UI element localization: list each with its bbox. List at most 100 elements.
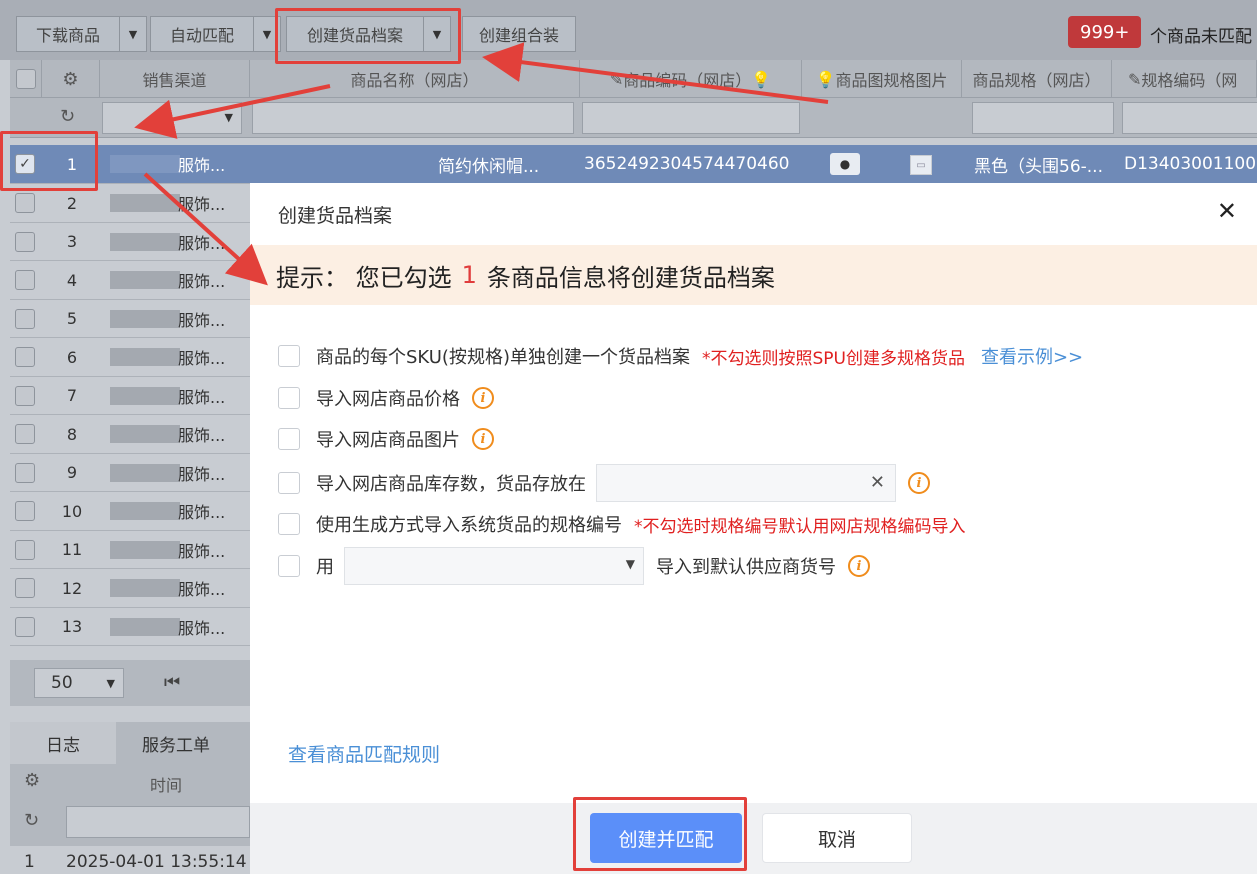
row-number: 3	[66, 232, 78, 251]
row-checkbox[interactable]	[15, 462, 35, 487]
log-filter-row: ↻	[10, 800, 250, 846]
gear-icon[interactable]: ⚙	[24, 770, 40, 791]
header-channel[interactable]: 销售渠道	[100, 60, 250, 98]
row-number: 7	[66, 386, 78, 405]
tab-service-ticket[interactable]: 服务工单	[116, 722, 236, 764]
log-time-filter-input[interactable]	[66, 806, 250, 838]
header-product-name[interactable]: 商品名称（网店）	[250, 60, 580, 98]
spec-code-label: 使用生成方式导入系统货品的规格编号	[316, 515, 622, 536]
tip-count: 1	[461, 261, 477, 289]
chevron-down-icon: ▼	[625, 557, 635, 571]
select-all-checkbox-cell[interactable]	[10, 60, 42, 98]
table-row-selected[interactable]: ✓ 1 服饰... 简约休闲帽... 3652492304574470460 ●…	[10, 145, 1257, 184]
header-product-code[interactable]: ✎ 商品编码（网店） 💡	[580, 60, 802, 98]
toolbar: 下载商品 ▼ 自动匹配 ▼ 创建货品档案 ▼ 创建组合装 999+ 个商品未匹配	[0, 0, 1257, 60]
supplier-suffix-label: 导入到默认供应商货号	[656, 557, 836, 578]
row-checkbox[interactable]	[15, 424, 35, 448]
row-number: 8	[66, 424, 78, 444]
row-checkbox[interactable]	[15, 539, 35, 564]
log-header: ⚙ 时间	[10, 764, 250, 800]
tip-prefix: 提示： 您已勾选	[276, 263, 452, 292]
channel-filter-select[interactable]: ▼	[102, 102, 242, 134]
blurred-cell	[110, 271, 180, 289]
option-supplier-code[interactable]: 用 ▼ 导入到默认供应商货号 i	[278, 547, 870, 585]
import-price-label: 导入网店商品价格	[316, 389, 460, 410]
auto-match-button[interactable]: 自动匹配	[150, 16, 254, 52]
select-all-checkbox[interactable]	[15, 69, 36, 89]
row-number: 5	[66, 309, 78, 328]
row-number: 6	[66, 347, 78, 367]
row-product-code: 3652492304574470460	[584, 154, 790, 174]
header-image[interactable]: 💡 商品图 规格图片	[802, 60, 962, 98]
row-checkbox[interactable]	[15, 347, 35, 371]
info-icon[interactable]: i	[472, 387, 494, 409]
import-price-checkbox[interactable]	[278, 387, 300, 409]
dialog-title: 创建货品档案	[278, 205, 393, 227]
tip-suffix: 条商品信息将创建货品档案	[486, 263, 775, 292]
refresh-icon[interactable]: ↻	[60, 106, 75, 127]
row-channel: 服饰...	[178, 541, 226, 561]
option-spec-code[interactable]: 使用生成方式导入系统货品的规格编号 *不勾选时规格编号默认用网店规格编码导入	[278, 508, 966, 540]
spec-filter-input[interactable]	[972, 102, 1114, 134]
row-checkbox[interactable]	[15, 578, 35, 602]
row-checkbox[interactable]	[15, 616, 35, 641]
import-image-checkbox[interactable]	[278, 428, 300, 450]
row-number: 11	[61, 540, 83, 559]
row-checkbox[interactable]	[15, 193, 35, 217]
image-placeholder-icon[interactable]: ▭	[910, 155, 932, 175]
row-number: 12	[61, 578, 83, 598]
row-checkbox[interactable]	[15, 270, 35, 294]
page-size-select[interactable]: 50 ▼	[34, 668, 124, 698]
info-icon[interactable]: i	[472, 428, 494, 450]
cancel-button[interactable]: 取消	[762, 813, 912, 863]
spec-code-filter-input[interactable]	[1122, 102, 1257, 134]
header-spec-code[interactable]: ✎ 规格编码（网	[1112, 60, 1257, 98]
name-filter-input[interactable]	[252, 102, 574, 134]
import-stock-checkbox[interactable]	[278, 472, 300, 494]
create-combo-button[interactable]: 创建组合装	[462, 16, 576, 52]
unmatched-text: 个商品未匹配	[1150, 27, 1252, 47]
view-example-link[interactable]: 查看示例>>	[981, 343, 1083, 369]
row-checkbox[interactable]	[15, 308, 35, 333]
row-checkbox[interactable]	[15, 385, 35, 410]
option-sku-archive[interactable]: 商品的每个SKU(按规格)单独创建一个货品档案 *不勾选则按照SPU创建多规格货…	[278, 340, 1083, 372]
warehouse-input[interactable]: ✕	[596, 464, 896, 502]
blurred-cell	[110, 425, 180, 443]
header-image-label: 商品图	[835, 71, 884, 90]
annotation-box-confirm	[573, 797, 747, 871]
row-checkbox[interactable]	[15, 231, 35, 256]
view-match-rules-link[interactable]: 查看商品匹配规则	[288, 740, 440, 767]
row-channel: 服饰...	[178, 503, 226, 522]
product-thumbnail-icon[interactable]: ●	[830, 153, 860, 175]
sku-archive-label: 商品的每个SKU(按规格)单独创建一个货品档案	[316, 347, 690, 368]
sku-archive-checkbox[interactable]	[278, 345, 300, 367]
supplier-field-select[interactable]: ▼	[344, 547, 644, 585]
blurred-cell	[110, 540, 180, 559]
log-row-number: 1	[24, 852, 35, 872]
row-product-name: 简约休闲帽...	[438, 156, 540, 177]
option-import-stock[interactable]: 导入网店商品库存数，货品存放在 ✕ i	[278, 464, 930, 502]
code-filter-input[interactable]	[582, 102, 800, 134]
info-icon[interactable]: i	[908, 472, 930, 494]
download-dropdown-icon[interactable]: ▼	[119, 16, 147, 52]
option-import-image[interactable]: 导入网店商品图片 i	[278, 423, 494, 455]
option-import-price[interactable]: 导入网店商品价格 i	[278, 382, 494, 414]
info-icon[interactable]: i	[848, 555, 870, 577]
bulb-icon: 💡	[815, 69, 836, 89]
supplier-prefix-label: 用	[316, 557, 334, 578]
header-spec[interactable]: 商品规格（网店）	[962, 60, 1112, 98]
clear-icon[interactable]: ✕	[870, 472, 885, 493]
refresh-icon[interactable]: ↻	[24, 810, 39, 831]
tab-log[interactable]: 日志	[10, 722, 116, 764]
row-checkbox[interactable]	[15, 501, 35, 525]
header-product-code-label: 商品编码（网店）	[623, 71, 752, 90]
supplier-code-checkbox[interactable]	[278, 555, 300, 577]
gear-icon[interactable]: ⚙	[42, 60, 100, 98]
close-icon[interactable]: ✕	[1217, 197, 1237, 225]
blurred-cell	[110, 348, 180, 366]
blurred-cell	[110, 232, 180, 251]
spec-code-checkbox[interactable]	[278, 513, 300, 535]
download-products-button[interactable]: 下载商品	[16, 16, 120, 52]
first-page-icon[interactable]: ⏮	[164, 672, 180, 693]
blurred-cell	[110, 579, 180, 597]
